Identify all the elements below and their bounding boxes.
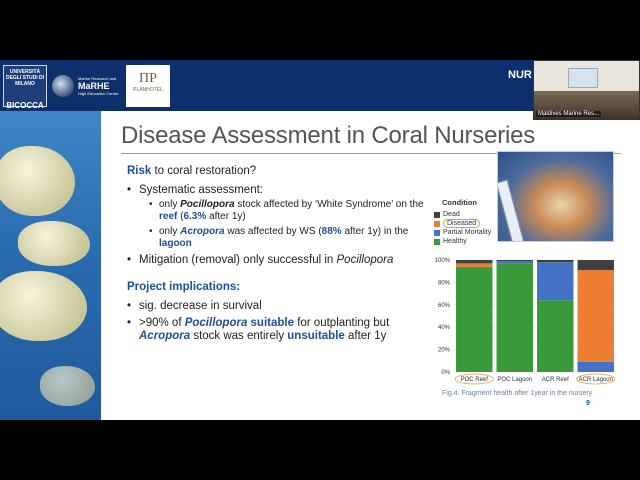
t: unsuitable <box>287 330 345 342</box>
t: Acropora <box>180 226 225 237</box>
bar-segment-partial-mortality <box>496 261 533 264</box>
bar-segment-partial-mortality <box>537 262 574 301</box>
legend-swatch <box>434 238 440 245</box>
planhotel-logo: ΠP PLANHOTEL <box>126 65 170 107</box>
university-logo: UNIVERSITÀ DEGLI STUDI DI MILANO BICOCCA <box>3 65 47 110</box>
marhe-logo-sub: High Education Center <box>78 91 119 96</box>
y-tick-label: 60% <box>438 303 451 309</box>
bar-segment-healthy <box>456 266 493 372</box>
measuring-ruler <box>498 179 525 241</box>
marhe-logo-name: MaRHE <box>78 81 110 91</box>
t: 88% <box>321 226 342 237</box>
y-tick-label: 40% <box>438 325 451 331</box>
presentation-slide: UNIVERSITÀ DEGLI STUDI DI MILANO BICOCCA… <box>0 60 640 420</box>
bullet-survival: sig. decrease in survival <box>127 300 427 313</box>
risk-text: to coral restoration? <box>151 165 257 177</box>
x-tick-label: POC Reef <box>461 377 489 383</box>
t: only <box>159 226 181 237</box>
legend-label: Healthy <box>443 238 467 245</box>
bar-segment-dead <box>456 260 493 264</box>
t: Pocillopora <box>180 199 235 210</box>
fragment-health-chart: 0% 20% 40% 60% 80% 100% POC Reef POC Lagoon ACR … <box>435 258 616 385</box>
t: Acropora <box>139 330 191 342</box>
assessment-sublist: only Pocillopora stock affected by ‘Whit… <box>149 199 427 250</box>
marhe-logo: Marine Research and MaRHE High Education… <box>52 65 122 107</box>
legend-label: Diseased <box>443 219 481 228</box>
video-bottom-letterbox <box>0 420 640 480</box>
bar-segment-diseased <box>577 270 614 362</box>
t: after 1y <box>344 330 387 342</box>
chart-legend: Condition Dead Diseased Partial Mortalit… <box>434 198 491 246</box>
webcam-projector-screen <box>568 68 598 88</box>
y-tick-label: 20% <box>438 348 451 354</box>
t: for outplanting but <box>294 317 390 329</box>
legend-item-dead: Dead <box>434 210 491 219</box>
video-top-letterbox <box>0 0 640 60</box>
t: only <box>159 199 181 210</box>
t: Pocillopora <box>336 254 394 266</box>
project-implications-label: Project implications: <box>127 281 241 293</box>
bar-segment-healthy <box>537 300 574 372</box>
header-partial-text: NUR <box>508 69 532 81</box>
webcam-overlay: Maldives Marine Res... <box>533 60 640 120</box>
legend-item-diseased: Diseased <box>434 219 491 228</box>
legend-swatch <box>434 211 440 218</box>
marhe-globe-icon <box>52 75 74 97</box>
risk-question: Risk to coral restoration? <box>127 165 427 178</box>
risk-label: Risk <box>127 165 152 177</box>
legend-label: Dead <box>443 211 460 218</box>
t: >90% of <box>139 317 185 329</box>
bullet-suitability: >90% of Pocillopora suitable for outplan… <box>127 317 427 343</box>
university-logo-name: UNIVERSITÀ DEGLI STUDI DI MILANO <box>5 69 45 87</box>
y-tick-label: 80% <box>438 280 451 286</box>
planhotel-logo-name: PLANHOTEL <box>133 87 163 93</box>
bar-segment-dead <box>577 260 614 271</box>
legend-title: Condition <box>442 198 477 207</box>
t: suitable <box>247 317 294 329</box>
bullet-systematic-text: Systematic assessment: <box>139 184 263 196</box>
bar-segment-diseased <box>456 263 493 267</box>
y-tick-label: 100% <box>435 258 451 264</box>
t: reef <box>159 211 178 222</box>
implications-list: sig. decrease in survival >90% of Pocill… <box>127 300 427 343</box>
y-tick-label: 0% <box>441 370 450 376</box>
sub-bullet-acropora: only Acropora was affected by WS (88% af… <box>149 226 427 250</box>
bar-segment-healthy <box>496 263 533 372</box>
t: after 1y) in the <box>341 226 409 237</box>
bar-segment-dead <box>537 260 574 263</box>
slide-body: Risk to coral restoration? Systematic as… <box>127 165 427 347</box>
t: stock affected by ‘White Syndrome’ on th… <box>234 199 424 210</box>
x-tick-label: POC Lagoon <box>497 377 532 383</box>
webcam-label: Maldives Marine Res... <box>536 111 602 117</box>
bar-segment-partial-mortality <box>577 361 614 372</box>
slide-title: Disease Assessment in Coral Nurseries <box>121 122 536 149</box>
page-number: 9 <box>586 400 590 407</box>
legend-swatch <box>434 220 440 227</box>
bullet-mitigation: Mitigation (removal) only successful in … <box>127 254 427 267</box>
coral-nursery-photo <box>0 111 101 420</box>
figure-caption: Fig.4. Fragment health after 1year in th… <box>442 390 593 397</box>
planhotel-logo-mark: ΠP <box>139 71 157 86</box>
diseased-coral-photo <box>497 151 614 242</box>
t: stock was entirely <box>190 330 288 342</box>
legend-label: Partial Mortality <box>443 229 492 236</box>
bullet-systematic: Systematic assessment: only Pocillopora … <box>127 184 427 250</box>
t: 6.3% <box>183 211 207 222</box>
t: Pocillopora <box>184 317 248 329</box>
assessment-list: Systematic assessment: only Pocillopora … <box>127 184 427 267</box>
university-logo-bicocca: BICOCCA <box>6 101 44 110</box>
legend-swatch <box>434 229 440 236</box>
x-tick-label: ACR Reef <box>542 377 569 383</box>
t: after 1y) <box>206 211 246 222</box>
sub-bullet-pocillopora: only Pocillopora stock affected by ‘Whit… <box>149 199 427 223</box>
legend-item-healthy: Healthy <box>434 237 491 246</box>
t: Mitigation (removal) only successful in <box>139 254 337 266</box>
t: lagoon <box>159 238 192 249</box>
x-tick-label: ACR Lagoon <box>579 377 613 383</box>
legend-item-partial: Partial Mortality <box>434 228 491 237</box>
bar-segment-dead <box>496 260 533 262</box>
t: was affected by WS ( <box>224 226 322 237</box>
